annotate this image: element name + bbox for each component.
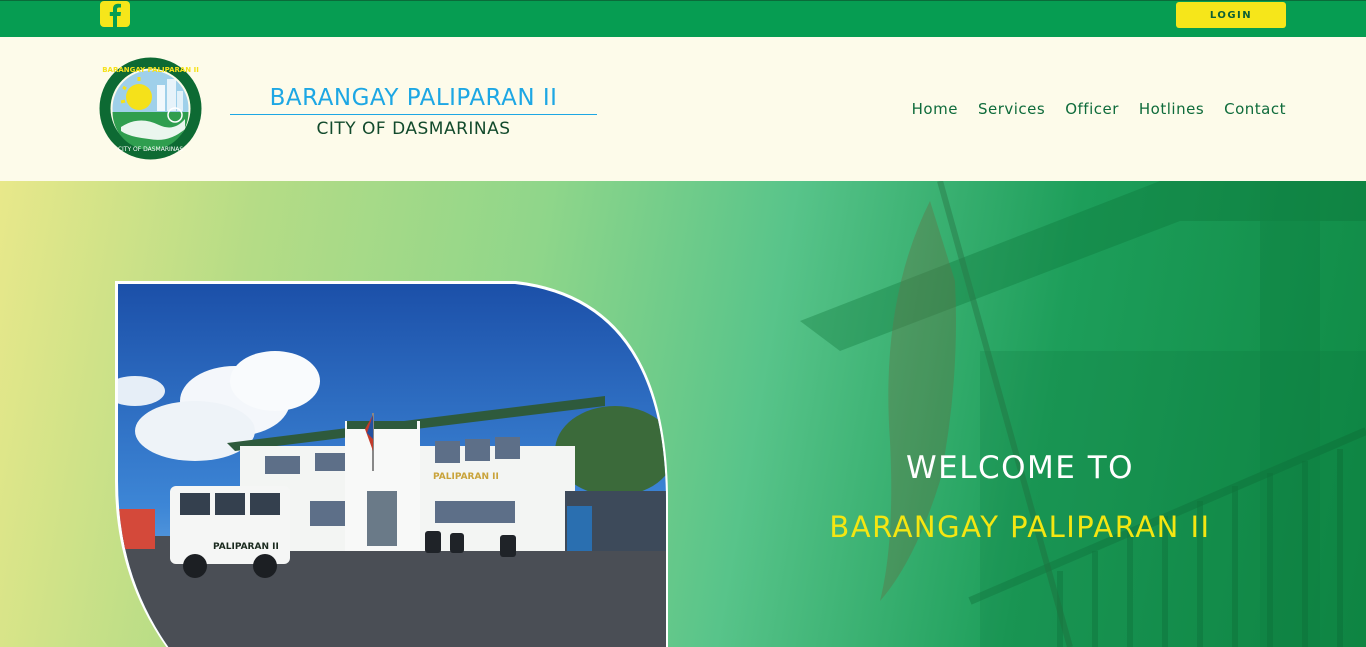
barangay-seal-logo[interactable]: BARANGAY PALIPARAN II CITY OF DASMARINAS (99, 57, 202, 160)
svg-text:PALIPARAN II: PALIPARAN II (213, 542, 279, 552)
brand-block: BARANGAY PALIPARAN II CITY OF DASMARINAS (230, 84, 597, 140)
hero-background-image (800, 181, 1366, 647)
welcome-line-1: WELCOME TO (905, 450, 1135, 486)
site-header: BARANGAY PALIPARAN II CITY OF DASMARINAS… (0, 37, 1366, 181)
nav-hotlines[interactable]: Hotlines (1139, 100, 1204, 118)
nav-contact[interactable]: Contact (1224, 100, 1286, 118)
svg-text:BARANGAY PALIPARAN II: BARANGAY PALIPARAN II (102, 66, 199, 74)
barangay-hall-photo: PALIPARAN II PALIPARAN II (115, 281, 668, 647)
nav-home[interactable]: Home (912, 100, 958, 118)
svg-text:CITY OF DASMARINAS: CITY OF DASMARINAS (118, 146, 184, 153)
welcome-message: WELCOME TO BARANGAY PALIPARAN II (780, 451, 1260, 544)
hero-banner: PALIPARAN II PALIPARAN II WELCOME TO BAR… (0, 181, 1366, 647)
brand-subtitle: CITY OF DASMARINAS (316, 119, 511, 139)
welcome-line-2: BARANGAY PALIPARAN II (829, 510, 1211, 544)
svg-text:PALIPARAN II: PALIPARAN II (433, 472, 499, 482)
main-nav: Home Services Officer Hotlines Contact (912, 100, 1286, 118)
login-button[interactable]: LOGIN (1176, 2, 1286, 28)
brand-title: BARANGAY PALIPARAN II (230, 84, 597, 115)
nav-services[interactable]: Services (978, 100, 1045, 118)
facebook-icon[interactable] (100, 1, 130, 27)
top-bar: LOGIN (0, 0, 1366, 37)
nav-officer[interactable]: Officer (1065, 100, 1119, 118)
